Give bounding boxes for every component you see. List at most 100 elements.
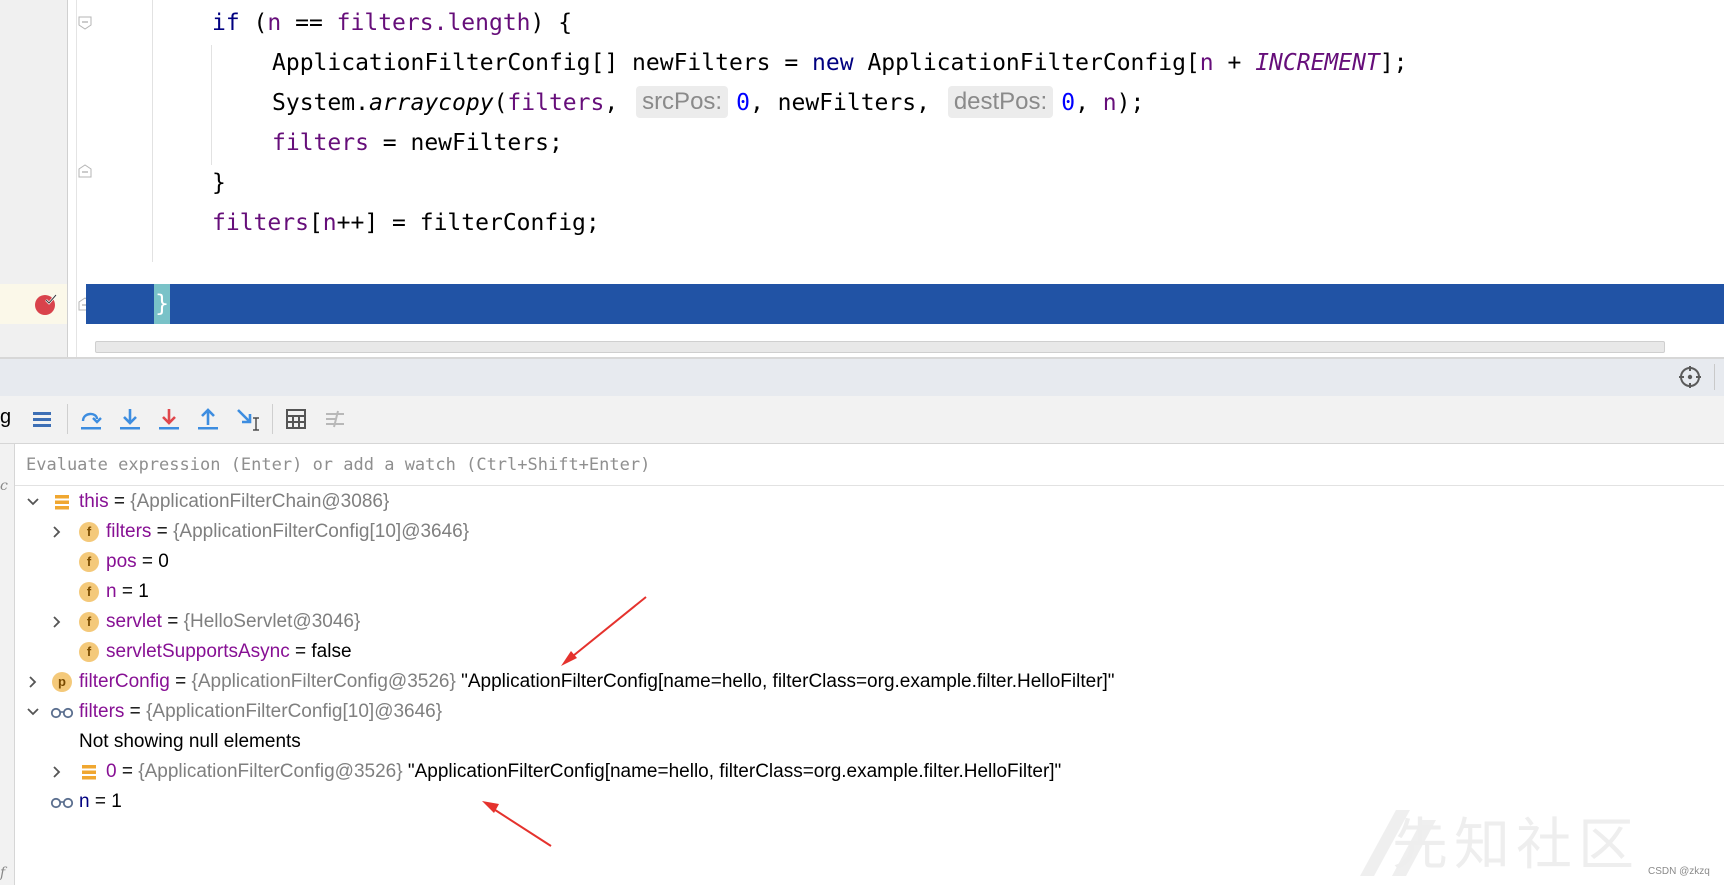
code-token: ApplicationFilterConfig[ [853,50,1200,76]
code-token: ++] = filterConfig; [336,210,600,236]
chevron-right-icon[interactable] [49,614,65,630]
clipped-frame-text: c [0,478,8,494]
watch-row-filters[interactable]: filters = {ApplicationFilterConfig[10]@3… [15,697,1724,727]
title-bar-divider [1714,364,1715,390]
number-literal: 0 [736,90,750,116]
keyword-if: if [212,10,240,36]
variable-name: servlet [106,611,162,632]
chevron-right-icon[interactable] [25,674,41,690]
horizontal-scrollbar[interactable] [95,341,1665,353]
glasses-icon [50,707,74,719]
show-execution-point-icon[interactable] [29,406,55,432]
variable-type: {HelloServlet@3046} [183,611,361,632]
code-token: , [604,90,633,116]
field-n: n [1199,50,1214,76]
code-line-if[interactable]: if (n == filters.length) { [212,3,572,43]
variable-name: this [79,491,109,512]
variable-text: servletSupportsAsync = false [106,637,352,667]
field-n: n [1102,90,1117,116]
field-icon: f [79,552,99,572]
step-over-icon[interactable] [78,406,104,432]
variable-value: false [311,641,352,662]
variable-value: 1 [138,581,149,602]
keyword-new: new [812,50,854,76]
variable-name: 0 [106,761,117,782]
variable-name: n [79,791,90,812]
variable-text: pos = 0 [106,547,169,577]
chevron-down-icon[interactable] [25,494,41,510]
method-arraycopy: arraycopy [368,90,494,116]
variable-value: "ApplicationFilterConfig[name=hello, fil… [402,761,1062,782]
field-n: n [267,10,282,36]
code-token: , [1075,90,1103,116]
code-line-new-filters[interactable]: ApplicationFilterConfig[] newFilters = n… [272,43,1408,83]
fold-end-marker-icon[interactable] [78,164,92,178]
trace-stream-icon[interactable] [322,406,348,432]
code-token: ]; [1379,50,1408,76]
crosshair-icon[interactable] [1678,365,1702,389]
evaluate-expression-icon[interactable] [283,406,309,432]
step-out-icon[interactable] [195,406,221,432]
code-token: ) { [530,10,573,36]
param-hint-destpos: destPos: [947,85,1054,118]
chevron-right-icon[interactable] [49,764,65,780]
code-line-close-brace[interactable]: } [212,163,226,203]
frames-panel-edge[interactable]: c f [0,444,15,885]
variable-name: n [106,581,117,602]
toolbar-separator [67,404,68,434]
parameter-icon: p [52,672,72,692]
indent-guide [152,0,153,262]
run-to-cursor-icon[interactable] [234,406,260,432]
chevron-right-icon[interactable] [49,524,65,540]
fold-column [76,0,77,357]
field-icon: f [79,642,99,662]
chevron-down-icon[interactable] [25,704,41,720]
object-stack-icon [55,495,69,510]
clipped-frame-text: f [0,865,6,881]
execution-caret-brace: } [154,284,170,324]
step-into-icon[interactable] [117,406,143,432]
variable-value: 0 [158,551,169,572]
current-execution-line[interactable] [86,284,1724,324]
equals-sign: = [124,701,147,722]
equals-sign: = [161,611,184,632]
code-token: ( [493,90,508,116]
variable-row-filter-config[interactable]: p filterConfig = {ApplicationFilterConfi… [15,667,1724,697]
glasses-icon [50,797,74,809]
field-n: n [322,210,337,236]
variable-name: pos [106,551,137,572]
code-line-assign-filters[interactable]: filters = newFilters; [272,123,563,163]
equals-sign: = [89,791,112,812]
indent-guide [211,45,212,165]
field-filters: filters [507,90,605,116]
variable-row-this[interactable]: this = {ApplicationFilterChain@3086} [15,487,1724,517]
fold-marker-icon[interactable] [78,16,92,30]
code-token: == [281,10,337,36]
variable-row-n[interactable]: f n = 1 [15,577,1724,607]
variable-name: filterConfig [79,671,170,692]
code-line-arraycopy[interactable]: System.arraycopy(filters, srcPos: 0, newF… [272,83,1144,123]
watch-expression-input[interactable] [15,444,1724,486]
variable-name: filters [79,701,125,722]
variable-row-servlet-supports-async[interactable]: f servletSupportsAsync = false [15,637,1724,667]
variable-value: "ApplicationFilterConfig[name=hello, fil… [455,671,1115,692]
array-element-row-0[interactable]: 0 = {ApplicationFilterConfig@3526} "Appl… [15,757,1724,787]
variable-row-filters[interactable]: f filters = {ApplicationFilterConfig[10]… [15,517,1724,547]
code-token: = newFilters; [368,130,563,156]
variable-row-servlet[interactable]: f servlet = {HelloServlet@3046} [15,607,1724,637]
variable-row-pos[interactable]: f pos = 0 [15,547,1724,577]
toolbar-separator [272,404,273,434]
equals-sign: = [151,521,174,542]
variable-type: {ApplicationFilterConfig@3526} [138,761,403,782]
code-token: ); [1116,90,1145,116]
info-message: Not showing null elements [79,731,301,752]
variable-type: {ApplicationFilterConfig[10]@3646} [146,701,443,722]
toolbar-cut-label: g [0,406,12,428]
force-step-into-icon[interactable] [156,406,182,432]
code-editor[interactable]: if (n == filters.length) { ApplicationFi… [0,0,1724,357]
constant-increment: INCREMENT [1255,50,1380,76]
code-token: + [1213,50,1256,76]
breakpoint-hit-icon[interactable] [34,292,58,316]
code-line-filters-assign[interactable]: filters[n++] = filterConfig; [212,203,600,243]
variable-text: servlet = {HelloServlet@3046} [106,607,360,637]
